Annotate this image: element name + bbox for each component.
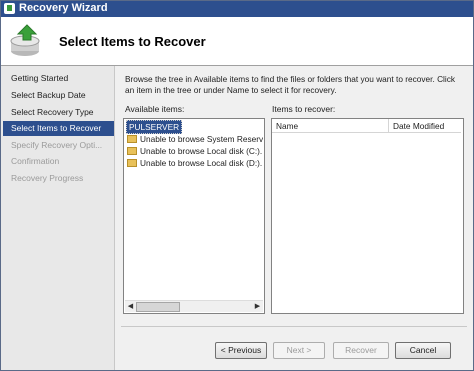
tree-item[interactable]: Unable to browse Local disk (D:). T	[127, 157, 263, 169]
folder-icon	[127, 159, 137, 167]
tree-root-label: PULSERVER	[129, 122, 180, 132]
window-title: Recovery Wizard	[19, 2, 108, 14]
items-to-recover-list[interactable]: Name Date Modified	[271, 118, 464, 314]
tree-item-label: Unable to browse System Reserved	[140, 134, 263, 144]
scroll-right-arrow-icon[interactable]: ▶	[253, 302, 262, 311]
items-to-recover-label: Items to recover:	[272, 104, 336, 114]
recover-button: Recover	[333, 342, 389, 359]
page-title: Select Items to Recover	[59, 34, 206, 49]
next-button: Next >	[273, 342, 325, 359]
cancel-button[interactable]: Cancel	[395, 342, 451, 359]
backup-restore-icon	[10, 24, 40, 56]
nav-step-select-recovery-type[interactable]: Select Recovery Type	[3, 105, 114, 120]
scroll-left-arrow-icon[interactable]: ◀	[126, 302, 135, 311]
nav-step-recovery-progress: Recovery Progress	[11, 173, 84, 183]
divider	[121, 326, 467, 327]
folder-icon	[127, 135, 137, 143]
tree-item-label: Unable to browse Local disk (C:). T	[140, 146, 263, 156]
wizard-content: Browse the tree in Available items to fi…	[115, 66, 473, 370]
nav-step-select-backup-date[interactable]: Select Backup Date	[3, 88, 114, 103]
folder-icon	[127, 147, 137, 155]
app-icon	[4, 3, 15, 14]
scrollbar-thumb[interactable]	[136, 302, 180, 312]
wizard-steps-sidebar: Getting Started Select Backup Date Selec…	[1, 66, 115, 370]
column-header-date-modified[interactable]: Date Modified	[389, 119, 461, 133]
tree-item-label: Unable to browse Local disk (D:). T	[140, 158, 263, 168]
horizontal-scrollbar[interactable]: ◀ ▶	[125, 300, 263, 312]
instructions-text: Browse the tree in Available items to fi…	[125, 74, 456, 95]
nav-step-getting-started[interactable]: Getting Started	[3, 71, 114, 86]
tree-item[interactable]: Unable to browse System Reserved	[127, 133, 263, 145]
recovery-wizard-window: Recovery Wizard Select Items to Recover …	[0, 0, 474, 371]
available-items-label: Available items:	[125, 104, 185, 114]
column-header-name[interactable]: Name	[272, 119, 389, 133]
tree-item[interactable]: Unable to browse Local disk (C:). T	[127, 145, 263, 157]
previous-button[interactable]: < Previous	[215, 342, 267, 359]
title-bar[interactable]: Recovery Wizard	[1, 1, 473, 17]
nav-step-select-items[interactable]: Select Items to Recover	[3, 121, 114, 136]
nav-step-specify-options: Specify Recovery Opti...	[11, 140, 103, 150]
tree-root-server[interactable]: PULSERVER	[126, 120, 183, 134]
available-items-tree[interactable]: PULSERVER Unable to browse System Reserv…	[123, 118, 265, 314]
wizard-header: Select Items to Recover	[1, 17, 473, 66]
nav-step-confirmation: Confirmation	[11, 156, 60, 166]
